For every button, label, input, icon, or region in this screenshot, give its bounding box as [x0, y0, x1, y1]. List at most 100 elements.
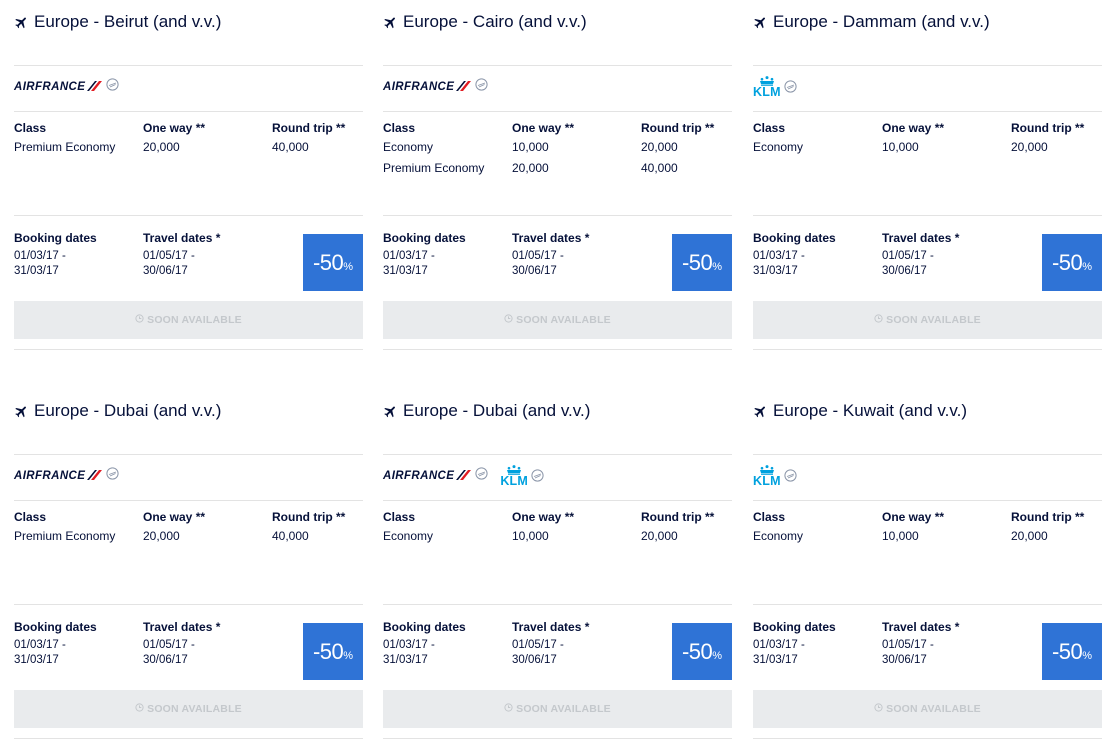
travel-date-to: 30/06/17 — [143, 654, 188, 666]
class-header: Class — [753, 510, 786, 524]
klm-wordmark: KLM — [500, 474, 529, 488]
airline-logos: AIRFRANCE — [14, 461, 119, 491]
soon-available-button[interactable]: SOON AVAILABLE — [383, 301, 732, 339]
airfrance-logo: AIRFRANCE — [383, 467, 488, 485]
airline-logos: KLM — [753, 461, 797, 491]
soon-available-label: SOON AVAILABLE — [516, 703, 611, 715]
fare-class: Economy — [753, 140, 804, 154]
soon-available-button[interactable]: SOON AVAILABLE — [753, 301, 1102, 339]
airfrance-wordmark: AIRFRANCE — [14, 470, 86, 482]
booking-date-to: 31/03/17 — [383, 654, 428, 666]
klm-wordmark: KLM — [753, 85, 781, 99]
route-label: Europe - Cairo (and v.v.) — [403, 12, 587, 31]
divider — [14, 500, 363, 501]
offer-title: Europe - Kuwait (and v.v.) — [753, 399, 967, 423]
travel-date-to: 30/06/17 — [512, 654, 557, 666]
travel-dates-header: Travel dates * — [512, 620, 590, 634]
discount-badge: -50% — [672, 623, 732, 680]
fare-round-trip: 20,000 — [641, 529, 678, 543]
soon-available-button[interactable]: SOON AVAILABLE — [14, 690, 363, 728]
klm-mark: KLM — [753, 465, 781, 487]
fare-class: Premium Economy — [14, 529, 116, 543]
klm-logo: KLM — [753, 76, 797, 98]
discount-percent: % — [343, 649, 354, 662]
discount-badge: -50% — [303, 234, 363, 291]
fare-class: Premium Economy — [383, 161, 485, 175]
travel-date-from: 01/05/17 - — [143, 639, 195, 651]
fare-round-trip: 40,000 — [272, 529, 309, 543]
airfrance-wordmark: AIRFRANCE — [14, 81, 86, 93]
airfrance-stripes-icon — [87, 467, 103, 485]
booking-date-to: 31/03/17 — [753, 654, 798, 666]
booking-dates-header: Booking dates — [383, 231, 466, 245]
discount-badge: -50% — [303, 623, 363, 680]
class-header: Class — [14, 121, 47, 135]
round-trip-header: Round trip ** — [272, 121, 346, 135]
plane-icon — [383, 15, 398, 30]
travel-dates: 01/05/17 - 30/06/17 — [143, 249, 195, 279]
fare-one-way: 20,000 — [143, 529, 180, 543]
soon-available-button[interactable]: SOON AVAILABLE — [383, 690, 732, 728]
soon-available-button[interactable]: SOON AVAILABLE — [14, 301, 363, 339]
offer-card: Europe - Dubai (and v.v.) AIRFRANCE KLM Cla… — [383, 389, 732, 739]
discount-badge: -50% — [1042, 623, 1102, 680]
fare-class: Economy — [383, 529, 434, 543]
discount-percent: % — [712, 260, 723, 273]
skyteam-seal-icon — [106, 467, 119, 485]
discount-percent: % — [1082, 649, 1093, 662]
airline-logos: AIRFRANCE — [14, 72, 119, 102]
divider — [14, 349, 363, 350]
airfrance-stripes-icon — [456, 467, 472, 485]
booking-dates: 01/03/17 - 31/03/17 — [753, 249, 805, 279]
skyteam-seal-icon — [531, 469, 544, 487]
fare-one-way: 10,000 — [512, 140, 549, 154]
travel-date-from: 01/05/17 - — [882, 250, 934, 262]
soon-available-button[interactable]: SOON AVAILABLE — [753, 690, 1102, 728]
discount-percent: % — [712, 649, 723, 662]
divider — [383, 500, 732, 501]
soon-available-label: SOON AVAILABLE — [886, 314, 981, 326]
skyteam-seal-icon — [784, 80, 797, 98]
skyteam-seal-icon — [475, 78, 488, 96]
offer-card: Europe - Dammam (and v.v.) KLM Class One wa… — [753, 0, 1102, 350]
divider — [753, 349, 1102, 350]
booking-dates: 01/03/17 - 31/03/17 — [14, 249, 66, 279]
booking-dates: 01/03/17 - 31/03/17 — [14, 638, 66, 668]
travel-dates-header: Travel dates * — [512, 231, 590, 245]
booking-date-from: 01/03/17 - — [383, 639, 435, 651]
divider — [383, 65, 732, 66]
round-trip-header: Round trip ** — [272, 510, 346, 524]
booking-date-from: 01/03/17 - — [14, 639, 66, 651]
travel-dates: 01/05/17 - 30/06/17 — [512, 638, 564, 668]
booking-dates: 01/03/17 - 31/03/17 — [383, 638, 435, 668]
discount-percent: % — [343, 260, 354, 273]
travel-date-to: 30/06/17 — [882, 265, 927, 277]
booking-dates-header: Booking dates — [753, 231, 836, 245]
airfrance-logo: AIRFRANCE — [383, 78, 488, 96]
clock-icon — [504, 703, 516, 715]
discount-badge: -50% — [672, 234, 732, 291]
fare-one-way: 20,000 — [143, 140, 180, 154]
travel-dates-header: Travel dates * — [143, 231, 221, 245]
class-header: Class — [383, 510, 416, 524]
travel-date-to: 30/06/17 — [512, 265, 557, 277]
airfrance-stripes-icon — [456, 78, 472, 96]
one-way-header: One way ** — [882, 121, 945, 135]
booking-date-from: 01/03/17 - — [753, 250, 805, 262]
fare-round-trip: 20,000 — [1011, 140, 1048, 154]
route-label: Europe - Kuwait (and v.v.) — [773, 401, 968, 420]
travel-date-from: 01/05/17 - — [882, 639, 934, 651]
fare-one-way: 20,000 — [512, 161, 549, 175]
airfrance-wordmark: AIRFRANCE — [383, 470, 455, 482]
booking-dates-header: Booking dates — [14, 231, 97, 245]
discount-value: -50 — [681, 638, 713, 664]
airfrance-wordmark: AIRFRANCE — [383, 81, 455, 93]
travel-date-from: 01/05/17 - — [512, 639, 564, 651]
clock-icon — [135, 314, 147, 326]
airline-logos: AIRFRANCE — [383, 72, 488, 102]
airfrance-logo: AIRFRANCE — [14, 467, 119, 485]
fare-one-way: 10,000 — [512, 529, 549, 543]
offer-card: Europe - Kuwait (and v.v.) KLM Class One wa… — [753, 389, 1102, 739]
klm-wordmark: KLM — [753, 474, 781, 488]
soon-available-label: SOON AVAILABLE — [886, 703, 981, 715]
